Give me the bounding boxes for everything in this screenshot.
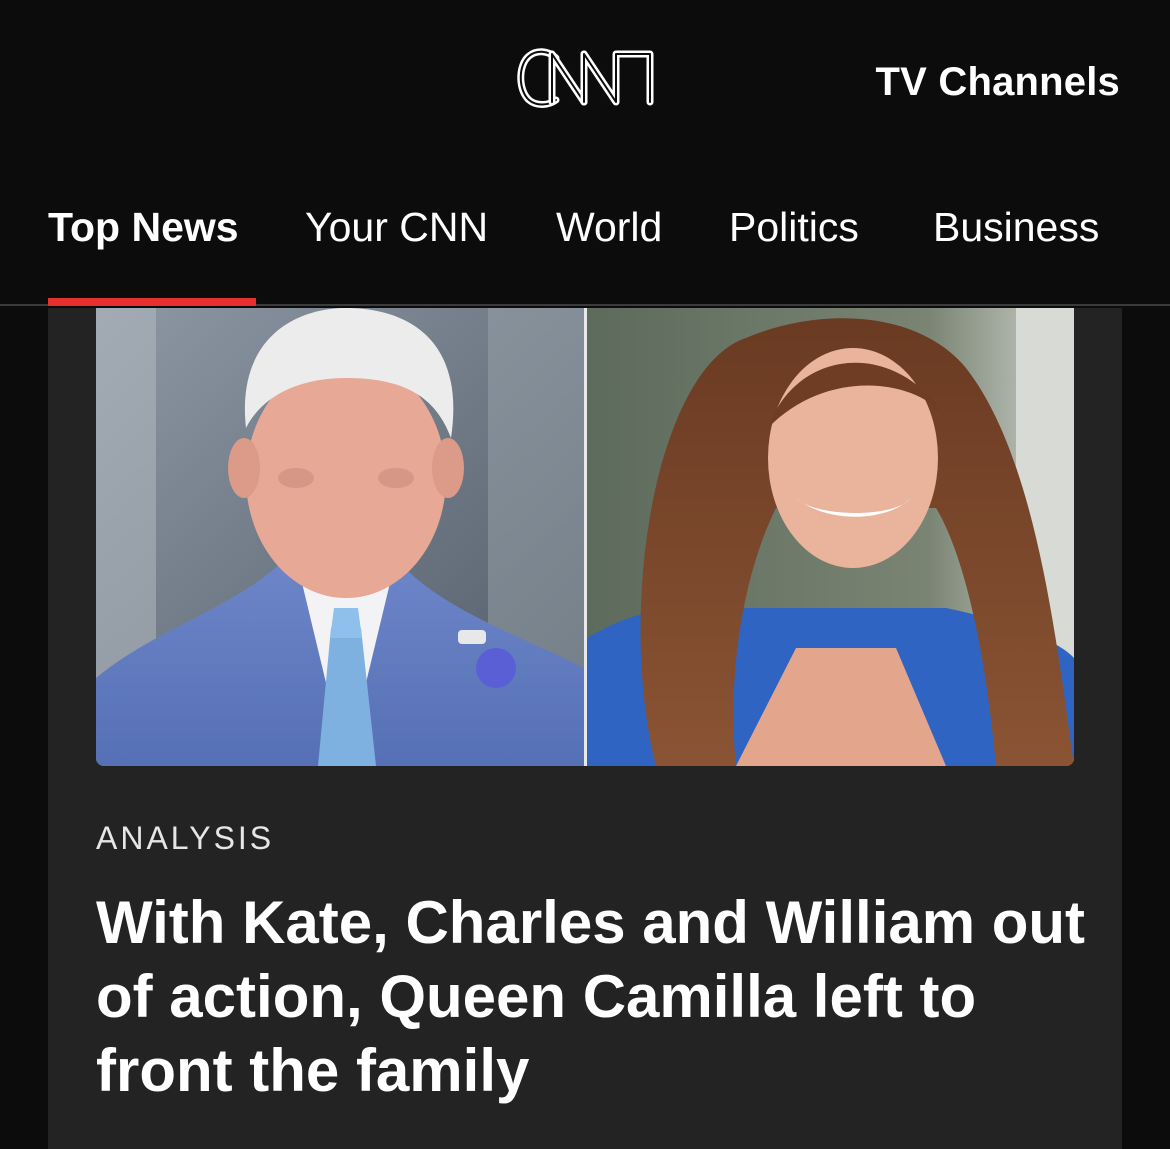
active-tab-indicator [48,298,256,306]
story-photo[interactable] [96,308,1074,766]
tab-politics[interactable]: Politics [729,204,859,251]
tab-world[interactable]: World [556,204,662,251]
story-kicker: ANALYSIS [96,820,275,856]
tab-your-cnn[interactable]: Your CNN [305,204,488,251]
story-card[interactable]: ANALYSIS With Kate, Charles and William … [48,308,1122,1149]
tab-top-news[interactable]: Top News [48,204,239,251]
story-photo-image [96,308,1074,766]
story-headline[interactable]: With Kate, Charles and William out of ac… [96,886,1086,1108]
section-nav: Top News Your CNN World Politics Busines… [0,160,1170,306]
tv-channels-link[interactable]: TV Channels [876,60,1120,105]
tab-business[interactable]: Business [933,204,1099,251]
cnn-logo[interactable] [512,44,660,112]
top-bar: TV Channels [0,0,1170,160]
